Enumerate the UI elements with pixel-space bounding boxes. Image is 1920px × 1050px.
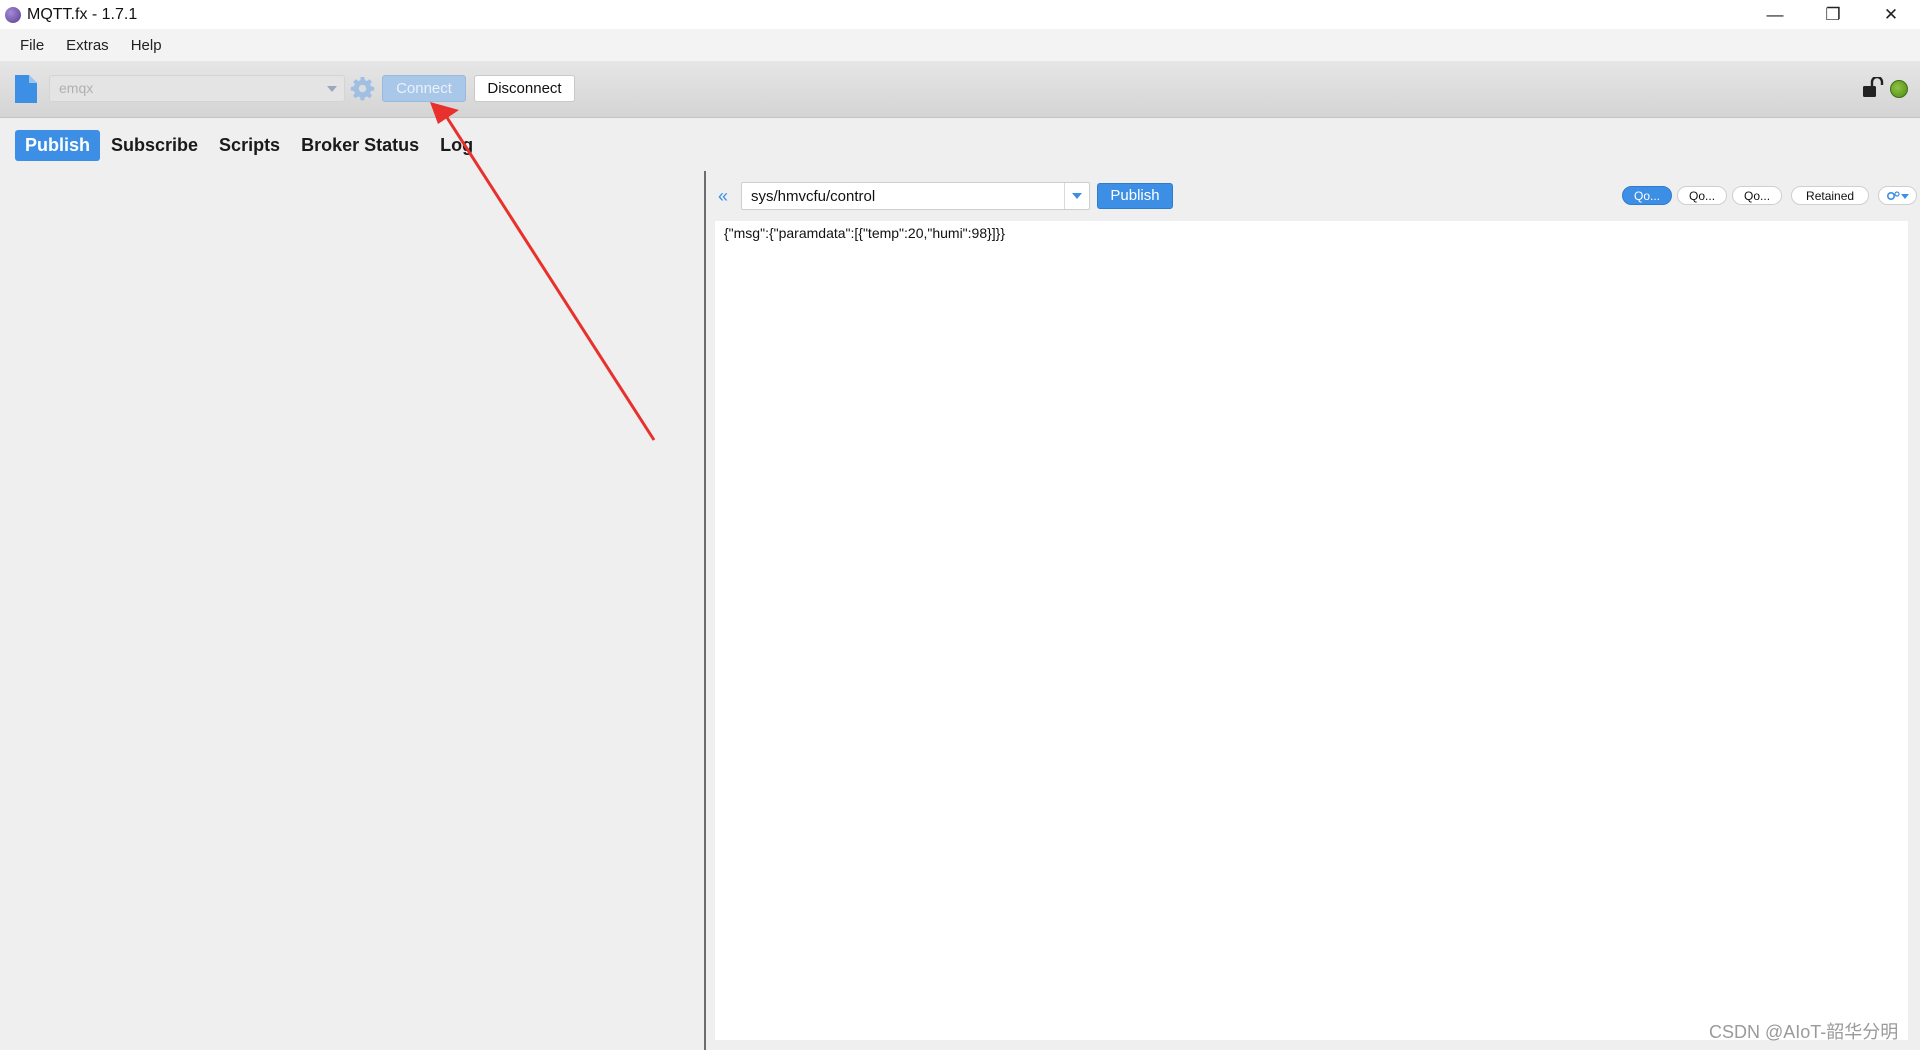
tab-subscribe[interactable]: Subscribe	[101, 130, 208, 161]
restore-button[interactable]: ❐	[1804, 0, 1862, 29]
topic-combo[interactable]	[741, 182, 1090, 210]
chevron-down-icon	[327, 86, 337, 92]
gear-icon[interactable]	[350, 76, 375, 101]
qos-2-toggle[interactable]: Qo...	[1732, 186, 1783, 205]
tab-publish[interactable]: Publish	[15, 130, 101, 161]
settings-dropdown-icon	[1887, 190, 1910, 200]
tab-scripts[interactable]: Scripts	[209, 130, 290, 161]
publish-options-button[interactable]	[1878, 186, 1918, 205]
topic-dropdown-button[interactable]	[1064, 183, 1089, 209]
new-profile-icon[interactable]	[14, 74, 38, 104]
qos-1-toggle[interactable]: Qo...	[1677, 186, 1728, 205]
menu-file[interactable]: File	[9, 37, 55, 54]
window-controls: — ❐ ✕	[1746, 0, 1920, 29]
tab-broker-status[interactable]: Broker Status	[291, 130, 429, 161]
close-button[interactable]: ✕	[1862, 0, 1920, 29]
collapse-panel-icon[interactable]: «	[718, 186, 728, 207]
title-bar: MQTT.fx - 1.7.1 — ❐ ✕	[0, 0, 1920, 29]
connection-toolbar: emqx Connect Disconnect	[0, 61, 1920, 118]
window-title: MQTT.fx - 1.7.1	[27, 5, 138, 23]
chevron-down-icon	[1072, 193, 1082, 199]
qos-0-toggle[interactable]: Qo...	[1622, 186, 1673, 205]
publish-button[interactable]: Publish	[1097, 183, 1173, 209]
connection-profile-select[interactable]: emqx	[49, 75, 345, 102]
menu-bar: File Extras Help	[0, 29, 1920, 61]
topic-input[interactable]	[742, 183, 1065, 209]
minimize-button[interactable]: —	[1746, 0, 1804, 29]
split-pane-divider[interactable]	[704, 171, 706, 1050]
disconnect-button[interactable]: Disconnect	[474, 75, 575, 102]
main-tabs: Publish Subscribe Scripts Broker Status …	[15, 130, 484, 161]
watermark: CSDN @AIoT-韶华分明	[1709, 1022, 1899, 1042]
unlock-icon	[1863, 77, 1884, 97]
payload-editor[interactable]: {"msg":{"paramdata":[{"temp":20,"humi":9…	[715, 221, 1908, 1040]
connect-button[interactable]: Connect	[382, 75, 466, 102]
qos-options: Qo... Qo... Qo... Retained	[1622, 186, 1920, 205]
connection-status-indicator	[1890, 80, 1908, 98]
app-icon	[5, 6, 21, 23]
menu-help[interactable]: Help	[120, 37, 173, 54]
retained-toggle[interactable]: Retained	[1791, 186, 1870, 205]
tab-log[interactable]: Log	[430, 130, 483, 161]
menu-extras[interactable]: Extras	[55, 37, 120, 54]
connection-profile-value: emqx	[59, 80, 94, 96]
